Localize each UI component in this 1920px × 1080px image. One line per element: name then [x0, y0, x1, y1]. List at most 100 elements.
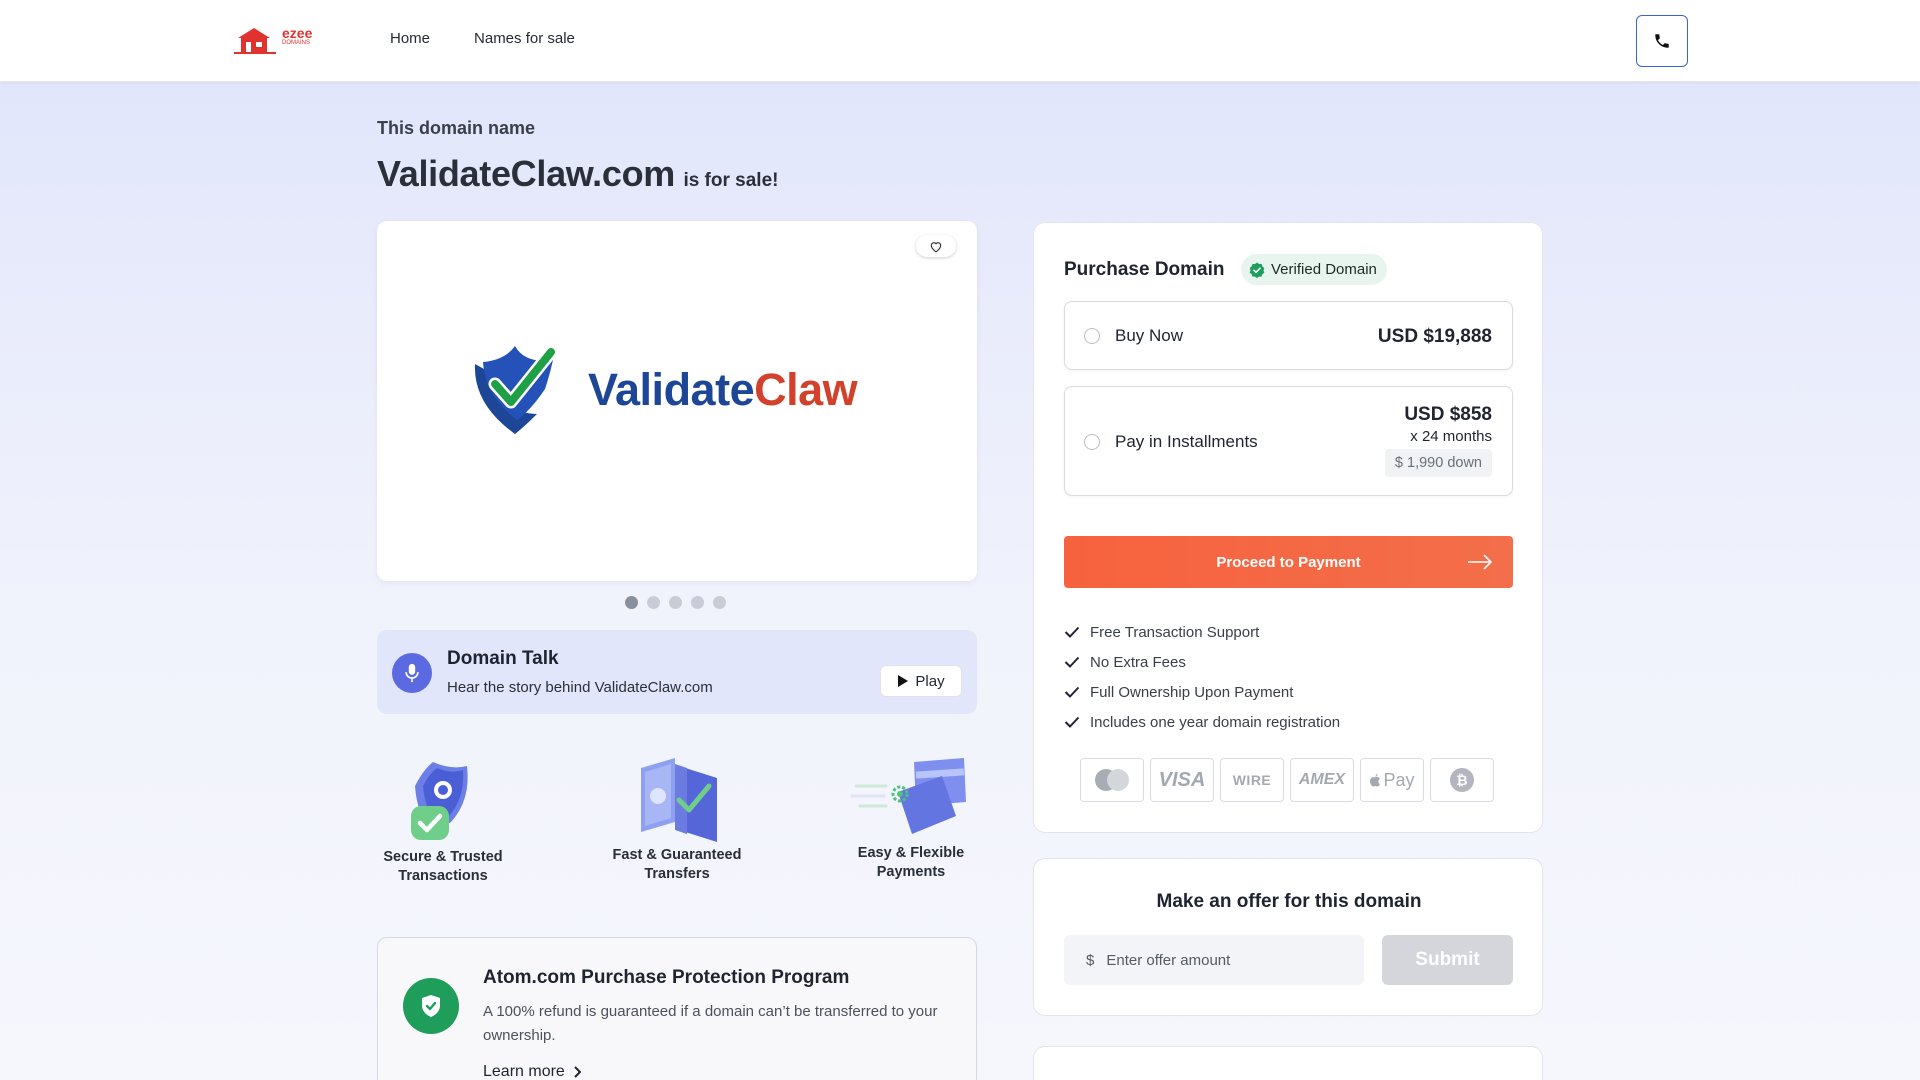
brand-wordmark: ValidateClaw: [588, 364, 858, 416]
brand-wordmark-part2: Claw: [754, 364, 858, 415]
list-item: Includes one year domain registration: [1064, 707, 1340, 737]
visa-label: VISA: [1158, 768, 1206, 791]
additional-info-panel: [1033, 1046, 1543, 1080]
apple-pay-icon: Pay: [1360, 758, 1424, 802]
arrow-right-icon: [1468, 554, 1493, 570]
feature-secure-line2: Transactions: [398, 868, 488, 884]
domain-talk-title: Domain Talk: [447, 648, 559, 669]
microphone-icon: [392, 653, 432, 693]
installments-price: USD $858: [1404, 404, 1492, 425]
heart-icon: [930, 241, 942, 252]
nav-home-link[interactable]: Home: [390, 30, 430, 47]
carousel-dot[interactable]: [713, 596, 726, 609]
verified-badge: Verified Domain: [1241, 254, 1387, 285]
play-button[interactable]: Play: [880, 665, 962, 697]
domain-name: ValidateClaw.com: [377, 153, 675, 194]
verified-check-icon: [1249, 262, 1265, 278]
amex-label: AMEX: [1298, 771, 1346, 788]
benefits-list: Free Transaction Support No Extra Fees F…: [1064, 617, 1340, 737]
carousel-dot[interactable]: [691, 596, 704, 609]
feature-fast-line1: Fast & Guaranteed: [612, 847, 742, 863]
nav-names-for-sale-link[interactable]: Names for sale: [474, 30, 575, 47]
logo-wordmark: ezee: [282, 25, 313, 41]
domain-talk-panel: Domain Talk Hear the story behind Valida…: [377, 630, 977, 714]
feature-flexible-line2: Payments: [876, 864, 946, 880]
purchase-protection-panel: Atom.com Purchase Protection Program A 1…: [377, 937, 977, 1080]
domain-talk-subtitle: Hear the story behind ValidateClaw.com: [447, 679, 713, 696]
carousel-dot[interactable]: [669, 596, 682, 609]
logo-subtitle: DOMAINS: [282, 40, 311, 46]
favorite-button[interactable]: [916, 235, 956, 257]
page-title: ValidateClaw.com is for sale!: [377, 153, 778, 195]
apple-pay-label: Pay: [1383, 769, 1415, 790]
carousel-dot[interactable]: [625, 596, 638, 609]
visa-icon: VISA: [1150, 758, 1214, 802]
bitcoin-icon: ₿: [1430, 758, 1494, 802]
transfer-cards-icon: [641, 758, 717, 842]
benefit-label: Includes one year domain registration: [1090, 713, 1341, 731]
feature-secure: Secure & Trusted Transactions: [358, 756, 528, 886]
protection-description: A 100% refund is guaranteed if a domain …: [483, 1003, 938, 1044]
amex-icon: AMEX: [1290, 758, 1354, 802]
house-icon: [234, 28, 276, 54]
learn-more-label: Learn more: [483, 1063, 565, 1080]
installments-radio[interactable]: [1084, 434, 1100, 450]
benefit-label: Free Transaction Support: [1090, 623, 1260, 641]
list-item: Full Ownership Upon Payment: [1064, 677, 1340, 707]
feature-flexible: Easy & Flexible Payments: [826, 756, 996, 882]
proceed-label: Proceed to Payment: [1216, 553, 1361, 571]
site-logo[interactable]: ezee DOMAINS: [234, 24, 316, 56]
payment-cards-icon: [850, 758, 966, 834]
installments-label: Pay in Installments: [1115, 432, 1258, 451]
offer-amount-input[interactable]: [1106, 951, 1347, 969]
protection-shield-icon: [403, 978, 459, 1034]
feature-flexible-line1: Easy & Flexible: [857, 845, 965, 861]
checkmark-icon: [1064, 626, 1080, 638]
feature-fast-line2: Transfers: [644, 866, 710, 882]
feature-fast: Fast & Guaranteed Transfers: [592, 756, 762, 884]
phone-icon: [1655, 34, 1669, 48]
benefit-label: No Extra Fees: [1090, 653, 1186, 671]
purchase-title: Purchase Domain: [1064, 259, 1225, 280]
site-header: ezee DOMAINS Home Names for sale: [0, 0, 1920, 82]
installments-term: x 24 months: [1410, 428, 1492, 445]
learn-more-link[interactable]: Learn more: [483, 1063, 581, 1080]
checkmark-icon: [1064, 716, 1080, 728]
mastercard-icon: [1080, 758, 1144, 802]
buy-now-radio[interactable]: [1084, 328, 1100, 344]
brand-wordmark-part1: Validate: [588, 364, 755, 415]
offer-title: Make an offer for this domain: [1156, 891, 1422, 912]
buy-now-label: Buy Now: [1115, 326, 1184, 345]
make-offer-panel: Make an offer for this domain $ Submit: [1033, 858, 1543, 1016]
checkmark-icon: [1064, 686, 1080, 698]
domain-image-carousel[interactable]: ValidateClaw: [377, 221, 977, 581]
purchase-panel: Purchase Domain Verified Domain Buy Now …: [1033, 222, 1543, 833]
submit-label: Submit: [1415, 949, 1480, 970]
proceed-to-payment-button[interactable]: Proceed to Payment: [1064, 536, 1513, 588]
wire-label: WIRE: [1232, 772, 1272, 788]
benefit-label: Full Ownership Upon Payment: [1090, 683, 1294, 701]
submit-offer-button[interactable]: Submit: [1382, 935, 1513, 985]
svg-text:₿: ₿: [1456, 773, 1467, 789]
for-sale-suffix: is for sale!: [683, 170, 779, 191]
offer-input-wrapper[interactable]: $: [1064, 935, 1364, 985]
protection-title: Atom.com Purchase Protection Program: [483, 967, 850, 988]
buy-now-price: USD $19,888: [1377, 326, 1492, 347]
phone-button[interactable]: [1636, 15, 1688, 67]
carousel-dot[interactable]: [647, 596, 660, 609]
verified-label: Verified Domain: [1271, 261, 1377, 278]
installments-option[interactable]: Pay in Installments USD $858 x 24 months…: [1064, 386, 1513, 496]
down-payment-badge: $ 1,990 down: [1384, 449, 1492, 477]
buy-now-option[interactable]: Buy Now USD $19,888: [1064, 301, 1513, 370]
carousel-dots: [625, 596, 726, 609]
shield-check-logo-icon: [474, 345, 558, 434]
play-label: Play: [915, 672, 945, 690]
main-nav: Home Names for sale: [390, 30, 575, 47]
secure-shield-icon: [411, 762, 468, 840]
list-item: Free Transaction Support: [1064, 617, 1340, 647]
feature-secure-line1: Secure & Trusted: [383, 849, 503, 865]
list-item: No Extra Fees: [1064, 647, 1340, 677]
checkmark-icon: [1064, 656, 1080, 668]
intro-text: This domain name: [377, 118, 536, 138]
wire-transfer-icon: WIRE: [1220, 758, 1284, 802]
